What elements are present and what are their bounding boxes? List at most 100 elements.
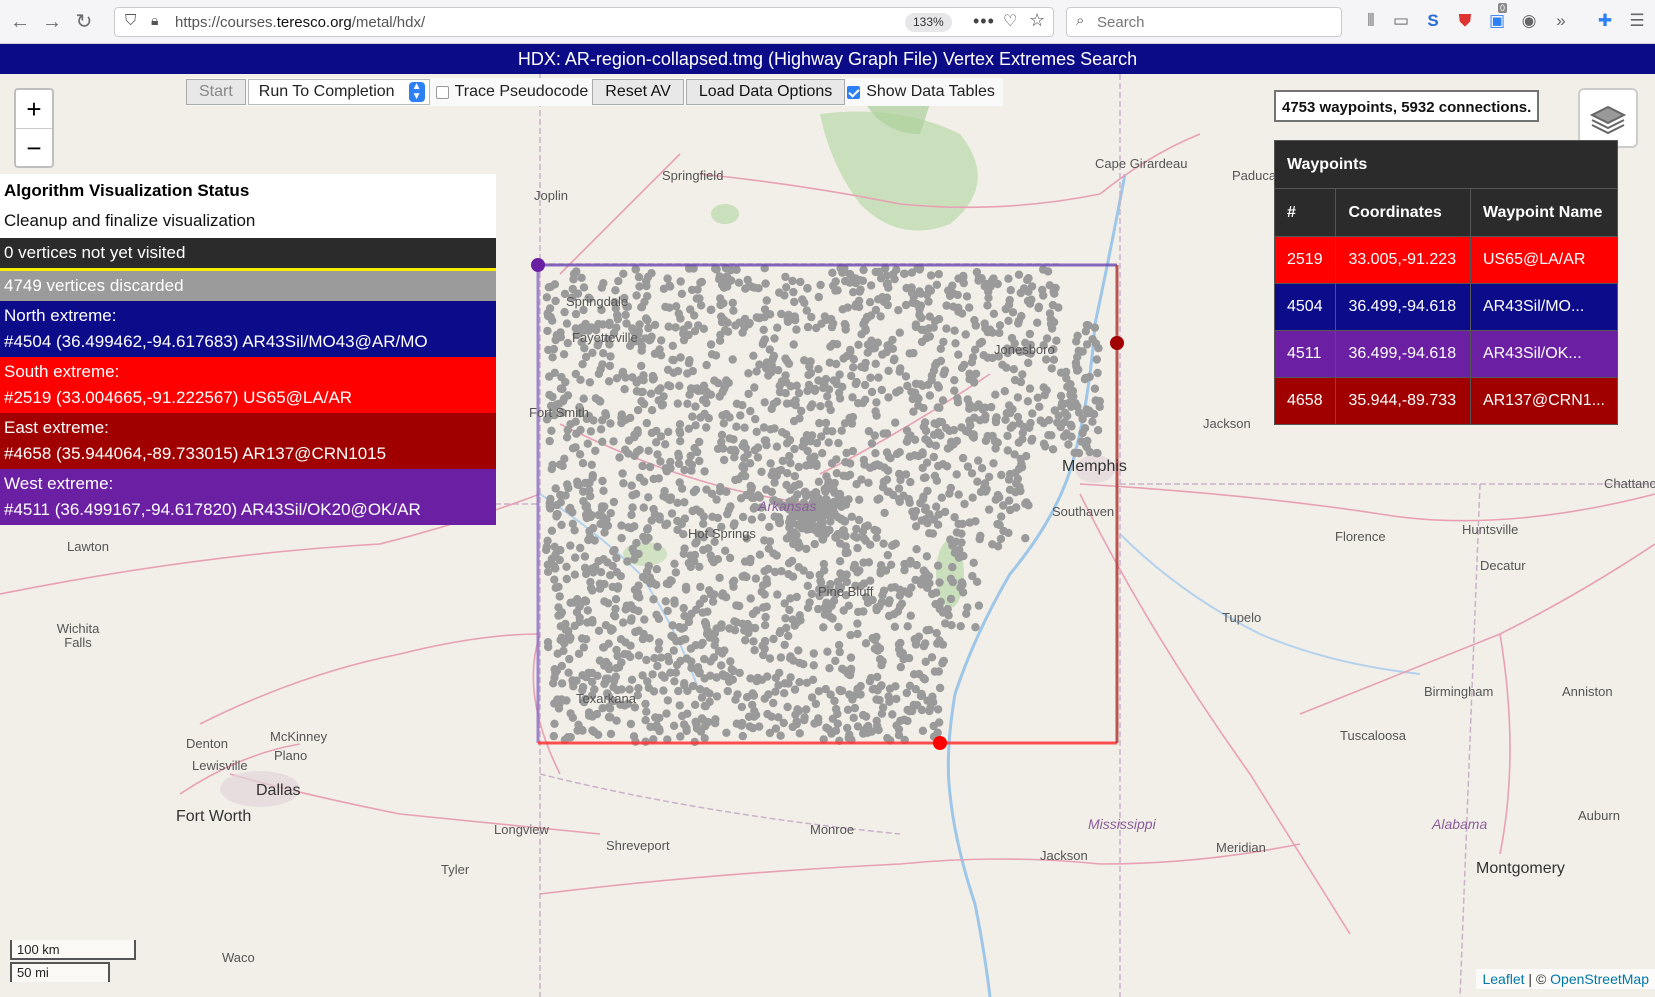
zoom-in-button[interactable]: + (16, 90, 52, 129)
waypoint-dot (942, 324, 951, 333)
back-icon[interactable]: ← (8, 10, 32, 34)
city-label: Hot Springs (688, 526, 756, 541)
waypoint-dot (738, 512, 748, 522)
waypoint-dot (684, 617, 694, 627)
waypoint-dot (1025, 329, 1035, 339)
pocket-icon[interactable]: ♡ (1003, 11, 1017, 31)
reset-av-button[interactable]: Reset AV (592, 79, 684, 105)
trace-pseudocode-option[interactable]: Trace Pseudocode (435, 83, 588, 101)
city-label: Jonesboro (994, 342, 1055, 357)
waypoint-dot (849, 355, 858, 364)
waypoint-dot (807, 589, 816, 599)
south-extreme-marker[interactable] (933, 736, 947, 750)
waypoint-dot (790, 685, 800, 694)
waypoint-dot (803, 386, 812, 396)
account-icon[interactable]: ◉ (1518, 11, 1540, 31)
waypoint-dot (909, 292, 918, 301)
star-icon[interactable]: ☆ (1029, 10, 1045, 31)
waypoint-dot (1056, 422, 1065, 432)
waypoint-dot (641, 716, 650, 725)
leaflet-link[interactable]: Leaflet (1482, 971, 1524, 987)
waypoint-dot (818, 383, 828, 393)
table-row[interactable]: 4504 36.499,-94.618 AR43Sil/MO... (1273, 283, 1619, 331)
layers-button[interactable] (1578, 88, 1638, 148)
city-label: Springdale (566, 294, 629, 309)
waypoint-dot (918, 726, 928, 735)
menu-icon[interactable]: ☰ (1626, 11, 1648, 31)
table-row[interactable]: 4511 36.499,-94.618 AR43Sil/OK... (1273, 330, 1619, 378)
show-data-tables-checkbox[interactable] (847, 85, 861, 99)
waypoint-dot (1004, 475, 1014, 484)
waypoint-dot (932, 628, 941, 638)
waypoint-dot (762, 575, 771, 584)
waypoint-dot (686, 551, 695, 560)
load-data-options-button[interactable]: Load Data Options (685, 79, 846, 105)
waypoint-dot (777, 377, 787, 386)
puzzle-icon[interactable]: ✚ (1594, 11, 1616, 31)
zoom-out-button[interactable]: − (16, 129, 52, 167)
notification-icon[interactable]: ▣ 0 (1486, 3, 1508, 31)
waypoint-dot (846, 667, 855, 676)
osm-link[interactable]: OpenStreetMap (1550, 971, 1649, 987)
waypoint-dot (828, 714, 837, 723)
reload-icon[interactable]: ↻ (72, 10, 96, 34)
waypoint-dot (965, 400, 974, 409)
waypoint-dot (906, 611, 915, 620)
waypoint-dot (742, 693, 752, 702)
waypoint-dot (662, 493, 671, 502)
search-input[interactable]: ⌕ Search (1066, 7, 1342, 37)
waypoint-dot (730, 617, 739, 626)
waypoint-dot (713, 513, 722, 523)
waypoint-dot (900, 587, 909, 596)
waypoint-dot (769, 634, 778, 644)
waypoint-dot (973, 477, 982, 486)
waypoint-dot (761, 612, 770, 622)
zoom-level-badge[interactable]: 133% (905, 13, 952, 32)
waypoint-dot (884, 366, 893, 375)
waypoint-dot (569, 275, 578, 284)
address-bar[interactable]: ⛉ 🔒︎ https://courses.teresco.org/metal/h… (114, 7, 1054, 37)
table-row[interactable]: 4658 35.944,-89.733 AR137@CRN1... (1273, 377, 1619, 425)
waypoint-dot (740, 453, 749, 463)
more-icon[interactable]: ••• (973, 11, 995, 32)
show-data-tables-option[interactable]: Show Data Tables (847, 83, 995, 101)
run-mode-select[interactable]: Run To Completion ▲ ▼ (247, 79, 430, 105)
waypoint-dot (965, 303, 974, 312)
waypoint-dot (654, 644, 663, 654)
waypoint-dot (1050, 406, 1060, 415)
waypoint-dot (1039, 291, 1048, 300)
sidebar-icon[interactable]: ▭ (1390, 11, 1412, 31)
east-extreme-marker[interactable] (1110, 336, 1124, 350)
lock-icon[interactable]: 🔒︎ (151, 12, 158, 29)
waypoint-dot (751, 414, 760, 424)
west-extreme-marker[interactable] (531, 258, 545, 272)
url-text[interactable]: https://courses.teresco.org/metal/hdx/ (175, 14, 425, 31)
table-row[interactable]: 2519 33.005,-91.223 US65@LA/AR (1273, 236, 1619, 284)
run-mode-value: Run To Completion (258, 83, 395, 100)
waypoint-dot (974, 456, 983, 465)
shield-extension-icon[interactable]: ⛊ (1454, 11, 1476, 31)
waypoint-dot (579, 283, 589, 292)
waypoint-dot (676, 277, 685, 286)
waypoint-dot (655, 512, 664, 521)
waypoint-dot (984, 505, 994, 514)
trace-pseudocode-checkbox[interactable] (435, 85, 449, 99)
library-icon[interactable]: ⫴ (1360, 11, 1382, 31)
waypoint-dot (640, 477, 649, 486)
waypoint-dot (779, 718, 788, 728)
waypoint-dot (931, 361, 940, 370)
waypoint-dot (803, 284, 812, 293)
start-button[interactable]: Start (186, 79, 246, 105)
waypoint-dot (661, 302, 670, 312)
overflow-icon[interactable]: » (1550, 11, 1572, 31)
waypoint-dot (883, 550, 892, 560)
waypoint-dot (851, 690, 861, 699)
waypoint-dot (548, 460, 557, 470)
waypoint-dot (957, 578, 967, 587)
extension-icon[interactable]: S (1422, 11, 1444, 31)
waypoint-dot (612, 716, 621, 725)
waypoint-dot (614, 663, 624, 672)
shield-icon[interactable]: ⛉ (125, 12, 136, 29)
forward-icon[interactable]: → (40, 10, 64, 34)
waypoint-dot (702, 621, 711, 631)
